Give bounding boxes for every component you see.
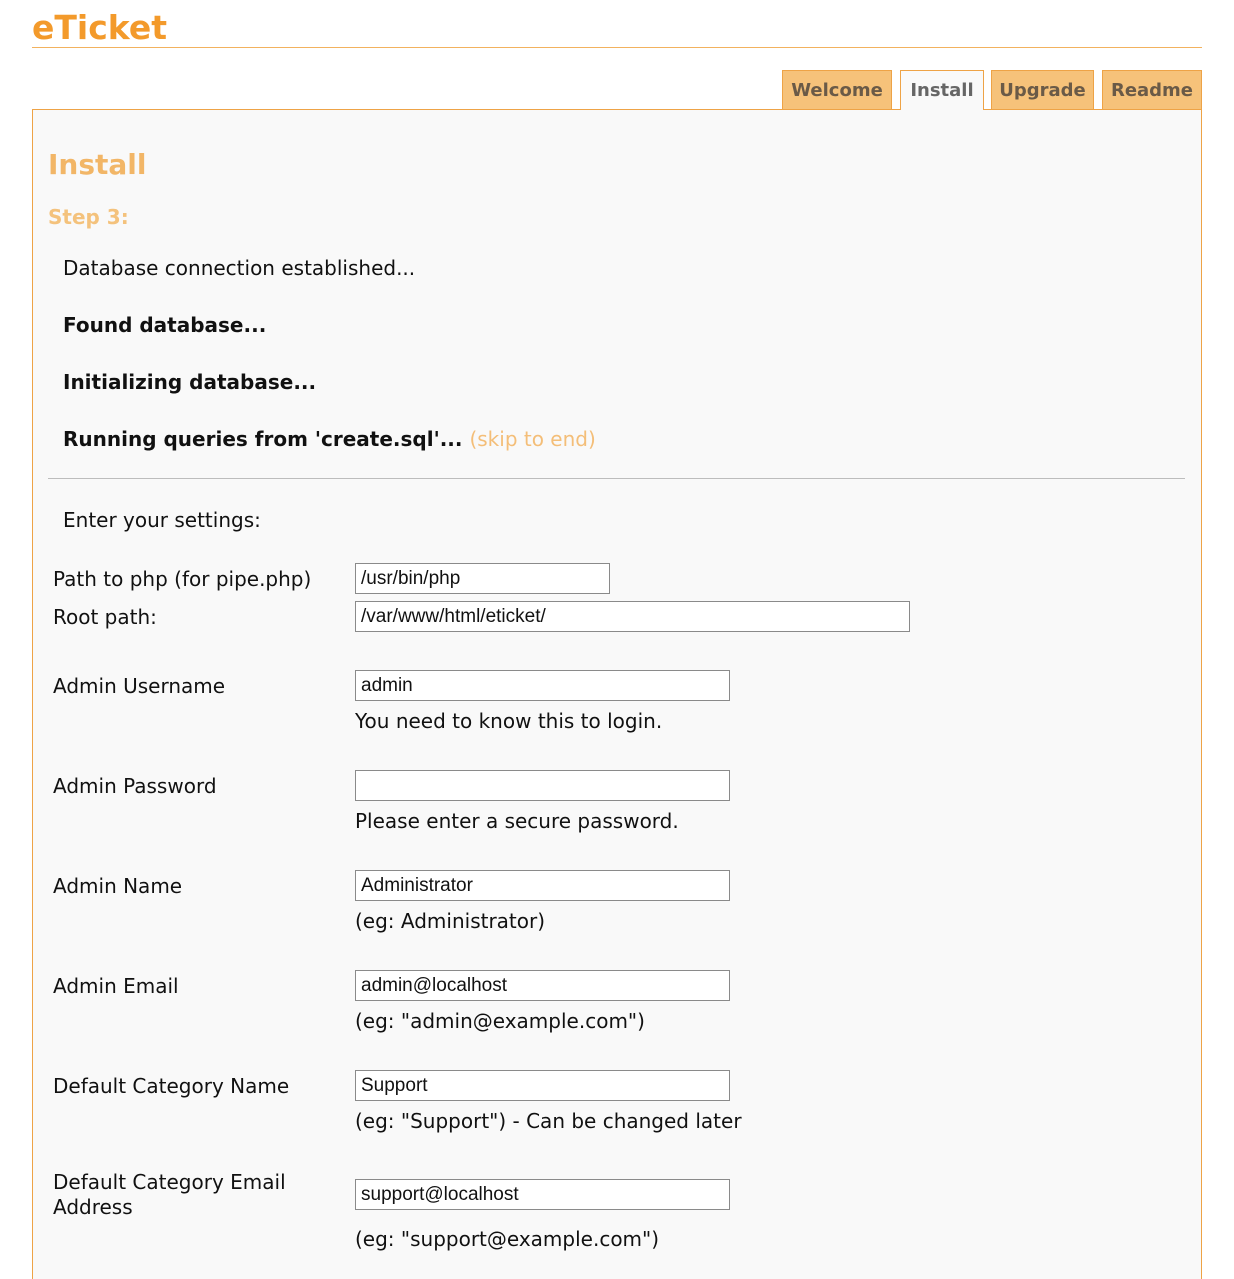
admin-name-input[interactable] <box>355 870 730 901</box>
step-heading: Step 3: <box>48 205 129 229</box>
admin-password-label: Admin Password <box>53 774 217 798</box>
admin-password-input[interactable] <box>355 770 730 801</box>
section-divider <box>48 478 1185 479</box>
tab-install[interactable]: Install <box>900 70 984 110</box>
category-email-label-line2: Address <box>53 1195 133 1219</box>
content-panel: Install Step 3: Database connection esta… <box>32 109 1202 1279</box>
category-email-label-line1: Default Category Email <box>53 1170 286 1194</box>
admin-name-hint: (eg: Administrator) <box>355 909 546 933</box>
category-email-input[interactable] <box>355 1179 730 1210</box>
category-name-label: Default Category Name <box>53 1074 290 1098</box>
status-found-database: Found database... <box>63 313 267 337</box>
status-connection: Database connection established... <box>63 256 416 280</box>
root-path-label: Root path: <box>53 605 157 629</box>
admin-name-label: Admin Name <box>53 874 183 898</box>
page-title: Install <box>48 148 147 181</box>
admin-email-input[interactable] <box>355 970 730 1001</box>
tab-readme[interactable]: Readme <box>1102 70 1202 109</box>
category-email-label: Default Category Email Address <box>53 1170 286 1220</box>
tab-welcome[interactable]: Welcome <box>782 70 892 109</box>
php-path-input[interactable] <box>355 563 610 594</box>
running-queries-text: Running queries from 'create.sql'... <box>63 427 463 451</box>
admin-username-label: Admin Username <box>53 674 226 698</box>
php-path-label: Path to php (for pipe.php) <box>53 567 312 591</box>
status-running-queries: Running queries from 'create.sql'... (sk… <box>63 427 596 451</box>
admin-email-label: Admin Email <box>53 974 179 998</box>
settings-intro: Enter your settings: <box>63 508 261 532</box>
status-initializing: Initializing database... <box>63 370 317 394</box>
admin-email-hint: (eg: "admin@example.com") <box>355 1009 645 1033</box>
admin-username-hint: You need to know this to login. <box>355 709 663 733</box>
category-email-hint: (eg: "support@example.com") <box>355 1227 660 1251</box>
category-name-hint: (eg: "Support") - Can be changed later <box>355 1109 742 1133</box>
admin-username-input[interactable] <box>355 670 730 701</box>
tab-upgrade[interactable]: Upgrade <box>991 70 1094 109</box>
app-title: eTicket <box>32 8 167 47</box>
root-path-input[interactable] <box>355 601 910 632</box>
skip-to-end-link[interactable]: (skip to end) <box>469 427 595 451</box>
admin-password-hint: Please enter a secure password. <box>355 809 679 833</box>
category-name-input[interactable] <box>355 1070 730 1101</box>
title-divider <box>32 47 1202 48</box>
